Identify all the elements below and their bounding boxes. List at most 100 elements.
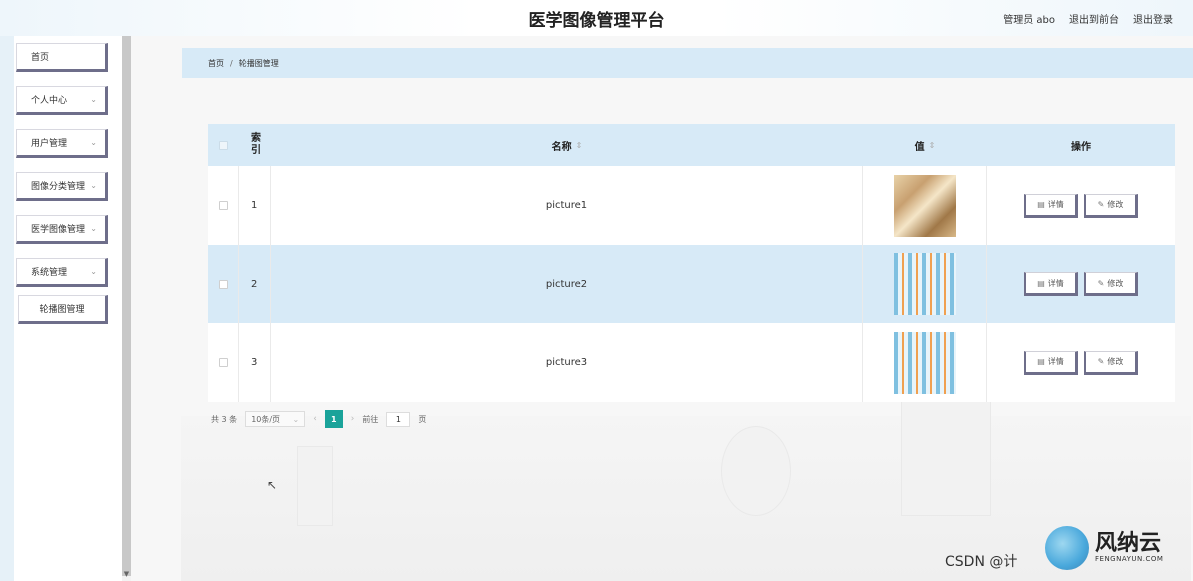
site-logo-watermark: 风纳云 FENGNAYUN.COM xyxy=(1045,522,1185,574)
row-value xyxy=(863,166,987,245)
row-value xyxy=(863,323,987,402)
sidebar-subitem-carousel[interactable]: 轮播图管理 xyxy=(18,295,108,324)
name-header-label: 名称 xyxy=(551,141,572,153)
scroll-down-icon[interactable]: ▼ xyxy=(122,569,131,579)
chevron-down-icon: ⌄ xyxy=(90,224,97,233)
sort-icon[interactable]: ⇕ xyxy=(576,141,583,150)
document-icon: ▤ xyxy=(1037,200,1045,209)
ops-header-label: 操作 xyxy=(1071,141,1091,153)
select-all-checkbox[interactable] xyxy=(219,140,228,150)
row-checkbox[interactable] xyxy=(218,201,228,210)
detail-button-label: 详情 xyxy=(1047,357,1064,366)
row-index: 1 xyxy=(239,166,271,245)
chevron-down-icon: ⌄ xyxy=(90,95,97,104)
value-header-label: 值 xyxy=(914,141,925,153)
csdn-watermark: CSDN @计 xyxy=(945,554,1018,570)
row-checkbox[interactable] xyxy=(218,358,228,367)
row-name: picture1 xyxy=(271,166,863,245)
background-decoration xyxy=(901,401,991,516)
edit-button[interactable]: ✎ 修改 xyxy=(1084,193,1138,218)
logo-text: 风纳云 FENGNAYUN.COM xyxy=(1095,531,1163,564)
sidebar-item-home[interactable]: 首页 xyxy=(16,43,108,72)
logo-cn: 风纳云 xyxy=(1095,531,1162,556)
sort-icon[interactable]: ⇕ xyxy=(929,141,936,150)
edit-button[interactable]: ✎ 修改 xyxy=(1084,272,1138,296)
image-thumbnail[interactable] xyxy=(893,174,956,237)
row-checkbox-cell xyxy=(208,323,239,402)
page-size-value: 10条/页 xyxy=(251,414,281,424)
edit-button[interactable]: ✎ 修改 xyxy=(1084,350,1138,375)
sidebar-scrollbar[interactable] xyxy=(122,36,131,576)
edit-button-label: 修改 xyxy=(1107,200,1124,209)
sidebar-item-label: 首页 xyxy=(31,53,50,63)
next-page-icon[interactable]: › xyxy=(351,414,355,424)
sidebar-item-system[interactable]: 系统管理 ⌄ xyxy=(16,258,108,287)
header-value[interactable]: 值 ⇕ xyxy=(863,124,987,166)
row-name-text: picture3 xyxy=(545,357,588,368)
sidebar-item-label: 用户管理 xyxy=(31,139,68,149)
background-decoration xyxy=(297,446,333,526)
sidebar-item-label: 轮播图管理 xyxy=(39,305,85,315)
sidebar-edge xyxy=(0,36,14,581)
breadcrumb: 首页 / 轮播图管理 xyxy=(182,48,1193,78)
row-value xyxy=(863,245,987,323)
pencil-icon: ✎ xyxy=(1097,278,1105,288)
sidebar-item-medical-image[interactable]: 医学图像管理 ⌄ xyxy=(16,215,108,244)
image-thumbnail[interactable] xyxy=(893,331,956,394)
index-header-label: 索引 xyxy=(251,133,261,156)
carousel-table: 索引 名称 ⇕ 值 ⇕ 操作 1 picture1 ▤ 详情 ✎ 修改 2 pi… xyxy=(208,124,1175,402)
chevron-down-icon: ⌄ xyxy=(90,181,97,190)
breadcrumb-home[interactable]: 首页 xyxy=(208,58,224,69)
table-header: 索引 名称 ⇕ 值 ⇕ 操作 xyxy=(208,124,1175,166)
chevron-down-icon: ⌄ xyxy=(90,267,97,276)
pencil-icon: ✎ xyxy=(1097,357,1105,366)
sidebar-item-label: 系统管理 xyxy=(31,268,68,278)
sidebar-item-label: 图像分类管理 xyxy=(31,182,86,192)
row-name: picture3 xyxy=(271,323,863,402)
header-checkbox-cell xyxy=(208,124,239,166)
header-ops: 操作 xyxy=(987,124,1175,166)
detail-button[interactable]: ▤ 详情 xyxy=(1024,350,1078,375)
background-decoration xyxy=(721,426,791,516)
page-size-select[interactable]: 10条/页 ⌄ xyxy=(245,411,306,427)
document-icon: ▤ xyxy=(1037,357,1045,366)
sidebar-item-user-management[interactable]: 用户管理 ⌄ xyxy=(16,129,108,158)
breadcrumb-separator: / xyxy=(230,58,233,68)
table-row: 1 picture1 ▤ 详情 ✎ 修改 xyxy=(208,166,1175,245)
sidebar-item-personal-center[interactable]: 个人中心 ⌄ xyxy=(16,86,108,115)
detail-button[interactable]: ▤ 详情 xyxy=(1024,272,1078,296)
pagination: 共 3 条 10条/页 ⌄ ‹ 1 › 前往 1 页 xyxy=(211,410,426,428)
image-thumbnail[interactable] xyxy=(893,253,956,315)
header-index: 索引 xyxy=(239,124,271,166)
goto-page-input[interactable]: 1 xyxy=(386,411,411,427)
sidebar-item-image-category[interactable]: 图像分类管理 ⌄ xyxy=(16,172,108,201)
logo-circle-icon xyxy=(1045,526,1089,570)
breadcrumb-current: 轮播图管理 xyxy=(238,58,279,68)
page-number-current[interactable]: 1 xyxy=(324,410,343,428)
chevron-down-icon: ⌄ xyxy=(292,414,300,424)
row-checkbox-cell xyxy=(208,166,239,245)
logout-link[interactable]: 退出登录 xyxy=(1133,11,1173,26)
row-checkbox-cell xyxy=(208,245,239,323)
row-index: 2 xyxy=(239,245,271,323)
chevron-down-icon: ⌄ xyxy=(90,138,97,147)
row-ops: ▤ 详情 ✎ 修改 xyxy=(987,245,1175,323)
pencil-icon: ✎ xyxy=(1097,200,1105,209)
header-name[interactable]: 名称 ⇕ xyxy=(271,124,863,166)
sidebar-item-label: 医学图像管理 xyxy=(31,225,86,235)
row-name: picture2 xyxy=(271,245,863,323)
document-icon: ▤ xyxy=(1037,278,1045,288)
main-content: 首页 / 轮播图管理 索引 名称 ⇕ 值 ⇕ 操作 1 picture1 ▤ 详… xyxy=(131,36,1193,581)
detail-button[interactable]: ▤ 详情 xyxy=(1024,193,1078,218)
goto-label: 前往 xyxy=(362,414,379,424)
edit-button-label: 修改 xyxy=(1107,357,1124,366)
row-name-text: picture2 xyxy=(545,278,588,290)
mouse-cursor-icon: ↖ xyxy=(267,478,278,492)
row-ops: ▤ 详情 ✎ 修改 xyxy=(987,323,1175,402)
back-to-front-link[interactable]: 退出到前台 xyxy=(1069,11,1119,26)
header-actions: 管理员 abo 退出到前台 退出登录 xyxy=(1003,11,1173,26)
table-row: 2 picture2 ▤ 详情 ✎ 修改 xyxy=(208,245,1175,323)
row-checkbox[interactable] xyxy=(218,279,228,289)
prev-page-icon[interactable]: ‹ xyxy=(313,414,317,424)
detail-button-label: 详情 xyxy=(1047,200,1064,209)
